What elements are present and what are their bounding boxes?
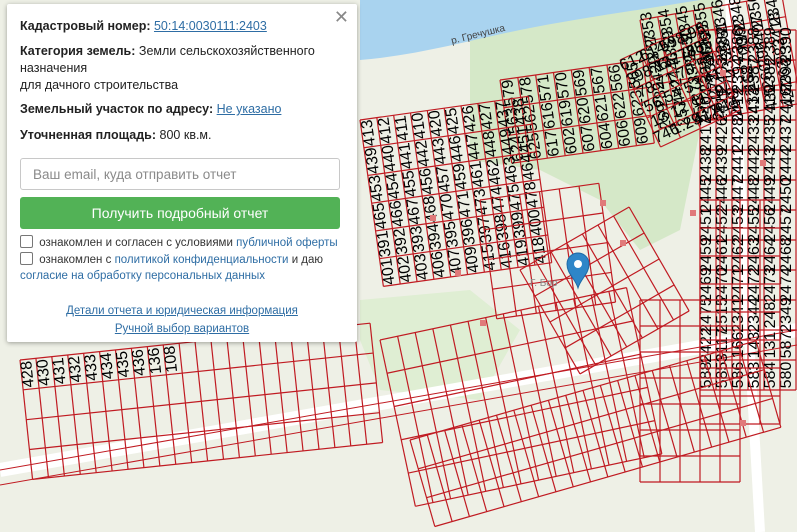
- svg-text:108: 108: [161, 345, 181, 373]
- parcel-info-panel: ✕ Кадастровый номер: 50:14:0030111:2403 …: [7, 4, 357, 342]
- manual-row: Ручной выбор вариантов: [7, 323, 357, 335]
- svg-text:131: 131: [762, 332, 779, 359]
- svg-text:248: 248: [762, 302, 779, 329]
- details-row: Детали отчета и юридическая информация: [7, 305, 357, 317]
- get-report-button[interactable]: Получить подробный отчет: [20, 197, 340, 229]
- privacy-consent-text-2: и даю: [291, 254, 324, 266]
- category-value-2: назначения: [20, 61, 88, 75]
- area-label: Уточненная площадь:: [20, 128, 157, 142]
- area-value: 800 кв.м.: [159, 128, 212, 142]
- category-value-3: для дачного строительства: [20, 78, 179, 92]
- street-label: Г. Бор: [530, 278, 558, 289]
- offer-consent-text: ознакомлен и согласен с условиями: [39, 237, 233, 249]
- privacy-consent-text: ознакомлен с: [39, 254, 112, 266]
- offer-checkbox[interactable]: [20, 235, 33, 248]
- svg-text:2341: 2341: [730, 297, 747, 333]
- area-row: Уточненная площадь: 800 кв.м.: [20, 127, 343, 144]
- category-row: Категория земель: Земли сельскохозяйстве…: [20, 43, 343, 94]
- report-details-link[interactable]: Детали отчета и юридическая информация: [66, 305, 298, 317]
- public-offer-link[interactable]: публичной оферты: [236, 237, 338, 249]
- address-label: Земельный участок по адресу:: [20, 102, 214, 116]
- address-link[interactable]: Не указано: [217, 102, 282, 116]
- privacy-checkbox[interactable]: [20, 252, 33, 265]
- privacy-consent: ознакомлен с политикой конфиденциальност…: [20, 252, 323, 284]
- svg-text:2515: 2515: [714, 297, 731, 333]
- email-input[interactable]: [20, 158, 340, 190]
- cadastral-label: Кадастровый номер:: [20, 19, 151, 33]
- category-label: Категория земель:: [20, 44, 136, 58]
- cadastral-row: Кадастровый номер: 50:14:0030111:2403: [20, 18, 343, 35]
- address-row: Земельный участок по адресу: Не указано: [20, 101, 343, 118]
- svg-text:2473: 2473: [762, 267, 779, 303]
- svg-text:166: 166: [730, 332, 747, 359]
- personal-data-consent-link[interactable]: согласие на обработку персональных данны…: [20, 270, 265, 282]
- cadastral-number-link[interactable]: 50:14:0030111:2403: [154, 19, 267, 33]
- privacy-policy-link[interactable]: политикой конфиденциальности: [115, 254, 289, 266]
- svg-text:3117: 3117: [714, 328, 731, 363]
- svg-text:584: 584: [762, 362, 779, 389]
- category-value: Земли сельскохозяйственного: [138, 44, 315, 58]
- manual-selection-link[interactable]: Ручной выбор вариантов: [115, 323, 249, 335]
- offer-consent: ознакомлен и согласен с условиями публич…: [20, 235, 338, 251]
